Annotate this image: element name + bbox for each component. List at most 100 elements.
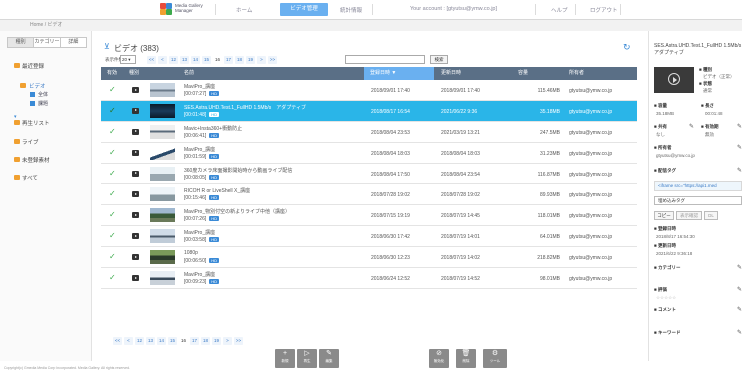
tools-button[interactable]: ⚙ ツール [483,349,507,368]
nav-home[interactable]: ホーム [236,6,252,14]
table-row[interactable]: ✓ MaviPro_講座 [00:03:58] HD 2018/06/30 17:42 2… [101,226,637,248]
page-link[interactable]: << [113,337,122,345]
sidebar-subitem-task[interactable]: 課題 [38,100,48,107]
page-link[interactable]: 18 [235,56,244,64]
page-link[interactable]: 15 [168,337,177,345]
page-link[interactable]: 13 [146,337,155,345]
video-thumbnail[interactable] [150,166,175,181]
page-link[interactable]: 17 [190,337,199,345]
col-size[interactable]: 容量 [518,67,528,80]
edit-icon[interactable]: ✎ [737,329,742,336]
rating-stars[interactable]: ☆☆☆☆☆ [656,295,676,301]
nav-stats[interactable]: 統計情報 [340,6,362,14]
video-title[interactable]: MaviPro_講座 [184,229,215,236]
video-title[interactable]: MaviPro_講座 [184,83,215,90]
video-thumbnail[interactable] [150,271,175,286]
sidebar-item-video[interactable]: ビデオ [29,82,46,90]
table-row[interactable]: ✓ 1080p [00:06:50] HD 2018/06/30 12:23 2018/0… [101,247,637,269]
video-title[interactable]: MaviPro_講座 [184,146,215,153]
page-link[interactable]: 14 [157,337,166,345]
video-title[interactable]: RICOH R or LiveShell X_講座 [184,187,250,194]
tab-detail[interactable]: 詳細 [60,38,86,47]
sidebar-item-recent[interactable]: 最近登録 [22,62,44,70]
video-title[interactable]: 360度カメラ床面撮影開始時から動画ライブ配信 [184,167,292,174]
table-row[interactable]: ✓ SES.Astra.UHD.Test.1_FullHD 1.5Mb/s アダプ… [101,100,637,122]
table-row[interactable]: ✓ MaviPro_講座 [00:07:27] HD 2018/09/01 17:40 2… [101,80,637,101]
video-thumbnail[interactable] [150,208,175,223]
download-button[interactable]: DL [704,211,718,220]
page-link[interactable]: >> [268,56,277,64]
page-link[interactable]: 12 [135,337,144,345]
play-button[interactable]: ▷ 再生 [297,349,317,368]
page-link[interactable]: 18 [201,337,210,345]
col-updated[interactable]: 更新日時 [441,67,461,80]
page-link[interactable]: 16 [213,56,222,64]
video-title[interactable]: MaviPro_物別付空の新よりライブ中他（講座） [184,208,290,215]
app-logo[interactable] [160,3,172,15]
embed-code-field[interactable]: <iframe src="https://api1.med [654,181,742,191]
video-title[interactable]: MaviPro_講座 [184,271,215,278]
table-row[interactable]: ✓ MaviPro_講座 [00:01:59] HD 2018/08/04 18:03 2… [101,142,637,164]
sidebar-item-unregistered[interactable]: 未登録素材 [22,156,50,164]
play-icon[interactable] [668,73,680,85]
edit-icon[interactable]: ✎ [737,123,742,130]
refresh-icon[interactable]: ↻ [623,42,631,53]
sidebar-subitem-all[interactable]: 全体 [38,91,48,98]
per-page-select[interactable]: 20 ▾ [120,55,136,64]
copy-button[interactable]: コピー [654,211,674,220]
video-title[interactable]: Mavic+Insta360+衝動防止 [184,125,242,132]
table-row[interactable]: ✓ MaviPro_物別付空の新よりライブ中他（講座） [00:07:26] HD 20… [101,205,637,227]
tab-type[interactable]: 種別 [8,38,35,47]
sidebar-item-live[interactable]: ライブ [22,138,39,146]
edit-icon[interactable]: ✎ [737,286,742,293]
page-link[interactable]: 16 [179,337,188,345]
sidebar-item-playlist[interactable]: 再生リスト [22,119,50,127]
table-row[interactable]: ✓ 360度カメラ床面撮影開始時から動画ライブ配信 [00:08:05] HD 2018… [101,163,637,185]
edit-icon[interactable]: ✎ [737,144,742,151]
search-button[interactable]: 検索 [430,55,448,64]
video-thumbnail[interactable] [150,124,175,139]
video-thumbnail[interactable] [150,250,175,265]
detail-thumbnail[interactable] [654,67,694,93]
table-row[interactable]: ✓ RICOH R or LiveShell X_講座 [00:15:46] HD 20… [101,184,637,206]
col-status[interactable]: 有効 [107,67,117,80]
page-link[interactable]: 12 [169,56,178,64]
col-created[interactable]: 登録日時 ▼ [364,67,434,80]
video-title[interactable]: 1080p [184,250,198,256]
sidebar-item-all[interactable]: すべて [22,174,38,182]
col-type[interactable]: 種別 [129,67,139,80]
edit-icon[interactable]: ✎ [689,123,694,130]
disable-button[interactable]: ⊘ 無効化 [429,349,449,368]
video-title[interactable]: SES.Astra.UHD.Test.1_FullHD 1.5Mb/s アダプテ… [184,104,306,111]
embed-type-select[interactable]: 埋め込みタグ [654,196,742,205]
page-link[interactable]: 13 [180,56,189,64]
page-link[interactable]: > [257,56,266,64]
video-thumbnail[interactable] [150,103,175,118]
edit-icon[interactable]: ✎ [737,306,742,313]
tab-category[interactable]: カテゴリー [34,38,61,47]
page-link[interactable]: < [158,56,167,64]
table-row[interactable]: ✓ Mavic+Insta360+衝動防止 [00:06:41] HD 2018/08/… [101,121,637,143]
new-button[interactable]: + 新規 [275,349,295,368]
account-info[interactable]: Your account : [gtyutsu@ymw.co.jp] [410,6,497,12]
video-thumbnail[interactable] [150,229,175,244]
page-link[interactable]: 19 [246,56,255,64]
page-link[interactable]: < [124,337,133,345]
page-link[interactable]: >> [234,337,243,345]
table-row[interactable]: ✓ MaviPro_講座 [00:09:23] HD 2018/06/24 12:52 2… [101,268,637,289]
edit-icon[interactable]: ✎ [737,264,742,271]
nav-logout[interactable]: ログアウト [590,6,618,14]
video-thumbnail[interactable] [150,83,175,97]
page-link[interactable]: > [223,337,232,345]
video-thumbnail[interactable] [150,145,175,160]
preview-button[interactable]: 表示確認 [676,211,702,220]
page-link[interactable]: 17 [224,56,233,64]
page-link[interactable]: 19 [212,337,221,345]
page-link[interactable]: << [147,56,156,64]
search-input[interactable] [345,55,425,64]
col-owner[interactable]: 所有者 [569,67,584,80]
delete-button[interactable]: 🗑 削除 [456,349,476,368]
video-thumbnail[interactable] [150,187,175,202]
nav-help[interactable]: ヘルプ [551,6,568,14]
edit-button[interactable]: ✎ 編集 [319,349,339,368]
